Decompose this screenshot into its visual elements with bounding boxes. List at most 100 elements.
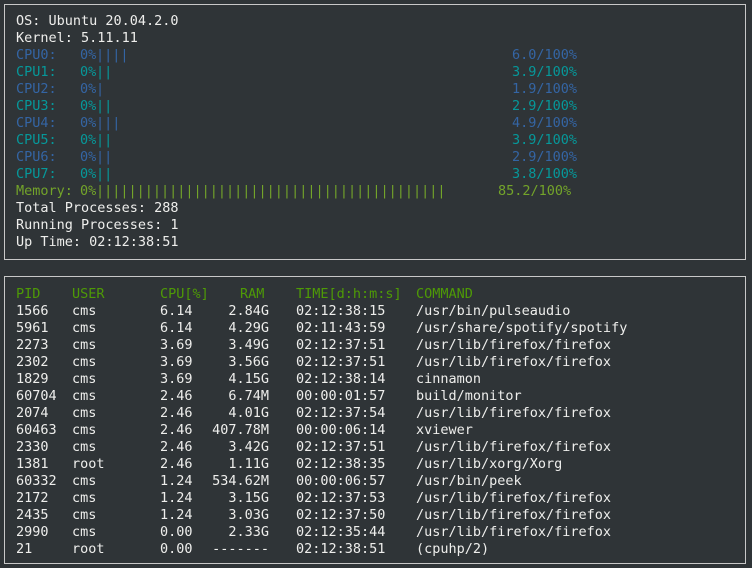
cpu-pct: 0% [80, 166, 97, 182]
cell-command: /usr/bin/peek [416, 473, 522, 489]
cell-user: cms [72, 490, 97, 506]
table-row[interactable]: 60332 cms 1.24 534.62M 00:00:06:57/usr/bin/p… [5, 473, 745, 490]
table-row[interactable]: 2273 cms 3.69 3.49G 02:12:37:51/usr/lib/fire… [5, 337, 745, 354]
cell-time: 00:00:01:57 [296, 388, 386, 404]
table-row[interactable]: 2330 cms 2.46 3.42G 02:12:37:51/usr/lib/fire… [5, 439, 745, 456]
cpu-value: 4.9/100% [512, 115, 578, 131]
table-row[interactable]: 2172 cms 1.24 3.15G 02:12:37:53/usr/lib/fire… [5, 490, 745, 507]
cell-ram: 4.01G [228, 405, 269, 421]
cell-user: root [72, 541, 105, 557]
table-row[interactable]: 21 root 0.00 ------- 02:12:38:51 (cpuhp/2) [5, 541, 745, 558]
table-row[interactable]: 2435 cms 1.24 3.03G 02:12:37:50/usr/lib/fire… [5, 507, 745, 524]
total-processes: Total Processes: 288 [16, 200, 179, 216]
cell-time: 02:12:37:54 [296, 405, 386, 421]
cell-user: cms [72, 371, 97, 387]
table-row[interactable]: 2074 cms 2.46 4.01G 02:12:37:54/usr/lib/fire… [5, 405, 745, 422]
cell-pid: 1381 [16, 456, 49, 472]
cpu-bar: || [96, 166, 113, 182]
kernel-label: Kernel: 5.11.11 [16, 30, 138, 46]
cell-ram: 2.33G [228, 524, 269, 540]
table-row[interactable]: 1381 root 2.46 1.11G 02:12:38:35/usr/lib/xor… [5, 456, 745, 473]
cell-user: cms [72, 354, 97, 370]
cell-pid: 2330 [16, 439, 49, 455]
header-time: TIME[d:h:m:s] [296, 286, 402, 302]
cell-cpu: 1.24 [160, 473, 193, 489]
cell-pid: 60463 [16, 422, 57, 438]
process-table-panel: PID USER CPU[%] RAM TIME[d:h:m:s] COMMAN… [4, 276, 746, 564]
cell-time: 02:12:37:51 [296, 354, 386, 370]
header-command: COMMAND [416, 286, 473, 302]
cell-command: /usr/lib/firefox/firefox [416, 490, 612, 506]
cell-pid: 2302 [16, 354, 49, 370]
cell-time: 02:12:37:50 [296, 507, 386, 523]
cell-command: /usr/lib/xorg/Xorg [416, 456, 563, 472]
cell-user: cms [72, 388, 97, 404]
cell-cpu: 0.00 [160, 524, 193, 540]
cell-cpu: 2.46 [160, 388, 193, 404]
cpu-value: 1.9/100% [512, 81, 578, 97]
cpu-value: 3.8/100% [512, 166, 578, 182]
cell-time: 02:12:38:14 [296, 371, 386, 387]
cell-time: 02:12:37:53 [296, 490, 386, 506]
table-row[interactable]: 1566 cms 6.14 2.84G 02:12:38:15/usr/bin/puls… [5, 303, 745, 320]
cpu-bar: || [96, 64, 113, 80]
cpu-pct: 0% [80, 115, 97, 131]
cell-cpu: 2.46 [160, 456, 193, 472]
cell-command: /usr/lib/firefox/firefox [416, 439, 612, 455]
cell-cpu: 6.14 [160, 303, 193, 319]
cell-cpu: 1.24 [160, 507, 193, 523]
cell-command: /usr/lib/firefox/firefox [416, 405, 612, 421]
cell-time: 00:00:06:14 [296, 422, 386, 438]
header-pid: PID [16, 286, 41, 302]
table-row[interactable]: 60704 cms 2.46 6.74M 00:00:01:57 build/monito… [5, 388, 745, 405]
memory-label: Memory: [16, 183, 73, 199]
cell-cpu: 3.69 [160, 337, 193, 353]
cell-cpu: 2.46 [160, 405, 193, 421]
os-label: OS: Ubuntu 20.04.2.0 [16, 13, 179, 29]
cpu-bar: ||| [96, 115, 121, 131]
cpu-value: 3.9/100% [512, 132, 578, 148]
cell-cpu: 0.00 [160, 541, 193, 557]
cpu-pct: 0% [80, 64, 97, 80]
table-row[interactable]: 60463 cms 2.46 407.78M 00:00:06:14 xviewer [5, 422, 745, 439]
cell-command: /usr/share/spotify/spotify [416, 320, 628, 336]
running-processes: Running Processes: 1 [16, 217, 179, 233]
cell-ram: 4.29G [228, 320, 269, 336]
cell-pid: 5961 [16, 320, 49, 336]
cpu-pct: 0% [80, 149, 97, 165]
cell-ram: 534.62M [212, 473, 269, 489]
cell-time: 00:00:06:57 [296, 473, 386, 489]
cell-ram: 3.15G [228, 490, 269, 506]
table-row[interactable]: 5961 cms 6.14 4.29G 02:11:43:59/usr/share/sp… [5, 320, 745, 337]
cell-ram: 3.42G [228, 439, 269, 455]
cell-time: 02:11:43:59 [296, 320, 386, 336]
cell-pid: 2273 [16, 337, 49, 353]
cpu-value: 2.9/100% [512, 98, 578, 114]
cpu-value: 3.9/100% [512, 64, 578, 80]
cpu-pct: 0% [80, 47, 97, 63]
cell-pid: 2172 [16, 490, 49, 506]
cell-user: cms [72, 303, 97, 319]
cell-pid: 21 [16, 541, 33, 557]
cpu-label: CPU7: [16, 166, 57, 182]
cell-time: 02:12:38:15 [296, 303, 386, 319]
cpu-bar: || [96, 98, 113, 114]
cell-pid: 2990 [16, 524, 49, 540]
cell-command: /usr/lib/firefox/firefox [416, 337, 612, 353]
cell-ram: 1.11G [228, 456, 269, 472]
cell-ram: 2.84G [228, 303, 269, 319]
cpu-label: CPU5: [16, 132, 57, 148]
cell-user: cms [72, 320, 97, 336]
memory-value: 85.2/100% [498, 183, 572, 199]
cell-command: (cpuhp/2) [416, 541, 490, 557]
cell-command: /usr/lib/firefox/firefox [416, 507, 612, 523]
cell-command: cinnamon [416, 371, 482, 387]
cell-command: build/monitor [416, 388, 522, 404]
table-row[interactable]: 2302 cms 3.69 3.56G 02:12:37:51/usr/lib/fire… [5, 354, 745, 371]
cell-user: cms [72, 337, 97, 353]
table-row[interactable]: 1829 cms 3.69 4.15G 02:12:38:14 cinnamon [5, 371, 745, 388]
cell-ram: 3.03G [228, 507, 269, 523]
cell-cpu: 6.14 [160, 320, 193, 336]
table-row[interactable]: 2990 cms 0.00 2.33G 02:12:35:44/usr/lib/fire… [5, 524, 745, 541]
cpu-bar: || [96, 149, 113, 165]
